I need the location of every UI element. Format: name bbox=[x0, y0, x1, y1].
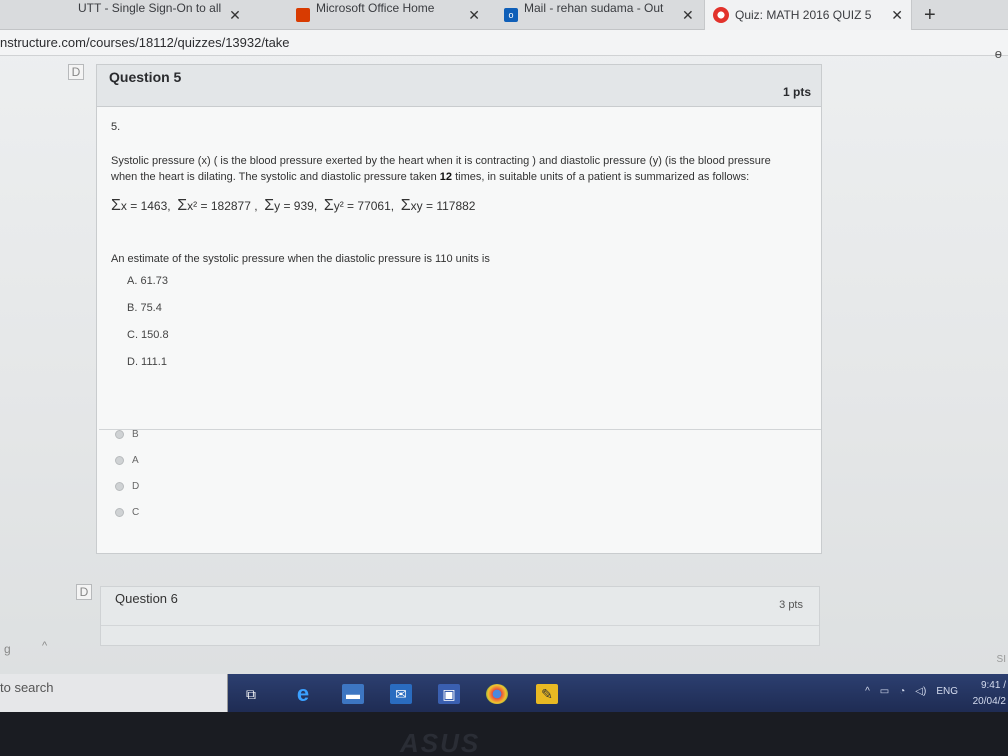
question-6-points: 3 pts bbox=[779, 599, 803, 611]
tab-quiz[interactable]: Quiz: MATH 2016 QUIZ 5 ✕ bbox=[704, 0, 912, 30]
question-5-title: Question 5 bbox=[109, 69, 182, 85]
tab-single-sign-on[interactable]: UTT - Single Sign-On to all ✕ bbox=[70, 0, 280, 30]
sum-y: y = 939, bbox=[274, 199, 318, 213]
question-number: 5. bbox=[111, 121, 121, 133]
answer-option-a[interactable]: A bbox=[115, 447, 139, 473]
system-tray: ^ ▭ ◔ ◁) ENG bbox=[855, 686, 958, 697]
sum-x-squared: x² = 182877 , bbox=[187, 199, 258, 213]
answer-option-d[interactable]: D bbox=[115, 473, 139, 499]
choice-d: D. 111.1 bbox=[127, 356, 167, 368]
sum-x: x = 1463, bbox=[120, 199, 171, 213]
chevron-up-icon[interactable]: ^ bbox=[865, 686, 870, 697]
radio-button[interactable] bbox=[115, 429, 124, 439]
outlook-icon: o bbox=[504, 8, 518, 22]
address-bar[interactable]: nstructure.com/courses/18112/quizzes/139… bbox=[0, 30, 1008, 61]
answer-option-b[interactable]: B bbox=[115, 421, 139, 447]
answer-divider bbox=[99, 429, 821, 430]
question-6-title: Question 6 bbox=[115, 591, 178, 606]
radio-button[interactable] bbox=[115, 507, 124, 517]
tab-close-icon[interactable]: ✕ bbox=[229, 7, 241, 24]
flag-question-6[interactable]: D bbox=[76, 584, 92, 600]
tab-label: UTT - Single Sign-On to all bbox=[78, 1, 222, 15]
tab-label: Microsoft Office Home bbox=[316, 1, 435, 15]
answer-label: B bbox=[132, 428, 139, 440]
language-indicator[interactable]: ENG bbox=[936, 686, 958, 697]
tab-close-icon[interactable]: ✕ bbox=[891, 7, 903, 24]
text-part: when the heart is dilating. The systolic… bbox=[111, 171, 440, 183]
choice-b: B. 75.4 bbox=[127, 302, 162, 314]
windows-taskbar: to search ⧉ e ▬ ✉ ▣ ✎ ^ ▭ ◔ ◁) ENG 9:41 … bbox=[0, 674, 1008, 712]
radio-button[interactable] bbox=[115, 455, 124, 465]
sigma-icon: Σ bbox=[400, 197, 411, 214]
question-5-points: 1 pts bbox=[782, 85, 811, 99]
answer-option-c[interactable]: C bbox=[115, 499, 139, 525]
question-text: Systolic pressure (x) ( is the blood pre… bbox=[111, 153, 821, 185]
tab-label: Mail - rehan sudama - Out bbox=[524, 1, 664, 15]
canvas-icon bbox=[713, 7, 729, 23]
task-view-icon[interactable]: ⧉ bbox=[240, 684, 262, 704]
edge-icon[interactable]: e bbox=[292, 681, 314, 706]
sticky-notes-icon[interactable]: ✎ bbox=[536, 684, 558, 704]
sigma-icon: Σ bbox=[323, 197, 334, 214]
right-edge-text: SI bbox=[996, 654, 1006, 665]
file-explorer-icon[interactable]: ▬ bbox=[342, 684, 364, 704]
sigma-icon: Σ bbox=[264, 197, 275, 214]
laptop-logo: ASUS bbox=[400, 728, 481, 756]
flag-question-5[interactable]: D bbox=[68, 64, 84, 80]
answer-label: A bbox=[132, 454, 139, 466]
tab-office-home[interactable]: Microsoft Office Home ✕ bbox=[288, 0, 488, 30]
summation-values: Σx = 1463, Σx² = 182877 , Σy = 939, Σy² … bbox=[111, 197, 475, 215]
question-text-line-1: Systolic pressure (x) ( is the blood pre… bbox=[111, 155, 771, 167]
left-edge-text: g bbox=[4, 642, 11, 656]
tab-label: Quiz: MATH 2016 QUIZ 5 bbox=[735, 8, 872, 22]
answer-label: D bbox=[132, 480, 140, 492]
taskbar-clock[interactable]: 9:41 / 20/04/2 bbox=[973, 678, 1006, 710]
chevron-up-icon[interactable]: ^ bbox=[42, 640, 47, 652]
browser-tab-strip: UTT - Single Sign-On to all ✕ Microsoft … bbox=[0, 0, 1008, 30]
text-part: times, in suitable units of a patient is… bbox=[452, 171, 750, 183]
text-bold: 12 bbox=[439, 171, 453, 183]
taskbar-search-text[interactable]: to search bbox=[0, 680, 53, 695]
choice-list: A. 61.73 B. 75.4 C. 150.8 D. 111.1 bbox=[127, 275, 169, 383]
tab-mail[interactable]: o Mail - rehan sudama - Out ✕ bbox=[496, 0, 702, 30]
reading-view-icon[interactable]: ɵ bbox=[995, 46, 1002, 61]
url-text[interactable]: nstructure.com/courses/18112/quizzes/139… bbox=[0, 35, 290, 50]
question-6-card: Question 6 3 pts bbox=[100, 586, 820, 646]
volume-icon[interactable]: ◁) bbox=[915, 686, 926, 697]
question-5-header: Question 5 1 pts bbox=[97, 65, 821, 107]
sum-xy: xy = 117882 bbox=[410, 199, 476, 213]
question-5-card: Question 5 1 pts 5. Systolic pressure (x… bbox=[96, 64, 822, 554]
chrome-icon[interactable] bbox=[486, 684, 508, 704]
sigma-icon: Σ bbox=[111, 197, 121, 214]
wifi-icon[interactable]: ◔ bbox=[899, 686, 905, 697]
battery-icon[interactable]: ▭ bbox=[880, 686, 889, 697]
mail-icon[interactable]: ✉ bbox=[390, 684, 412, 704]
question-text-line-2: when the heart is dilating. The systolic… bbox=[111, 169, 821, 185]
answer-options: B A D C bbox=[115, 421, 139, 525]
store-icon[interactable]: ▣ bbox=[438, 684, 460, 704]
clock-date: 20/04/2 bbox=[972, 696, 1006, 707]
choice-a: A. 61.73 bbox=[127, 275, 168, 287]
tab-close-icon[interactable]: ✕ bbox=[468, 7, 480, 24]
screen: UTT - Single Sign-On to all ✕ Microsoft … bbox=[0, 0, 1008, 712]
question-6-divider bbox=[101, 625, 819, 626]
taskbar-search-box[interactable]: to search bbox=[0, 674, 228, 712]
office-icon bbox=[296, 8, 310, 22]
answer-label: C bbox=[132, 506, 140, 518]
question-prompt: An estimate of the systolic pressure whe… bbox=[111, 253, 490, 265]
clock-time: 9:41 / bbox=[980, 680, 1006, 691]
new-tab-button[interactable]: + bbox=[924, 4, 936, 27]
tab-close-icon[interactable]: ✕ bbox=[682, 7, 694, 24]
sigma-icon: Σ bbox=[177, 197, 188, 214]
sum-y-squared: y² = 77061, bbox=[333, 199, 395, 213]
choice-c: C. 150.8 bbox=[127, 329, 169, 341]
radio-button[interactable] bbox=[115, 481, 124, 491]
